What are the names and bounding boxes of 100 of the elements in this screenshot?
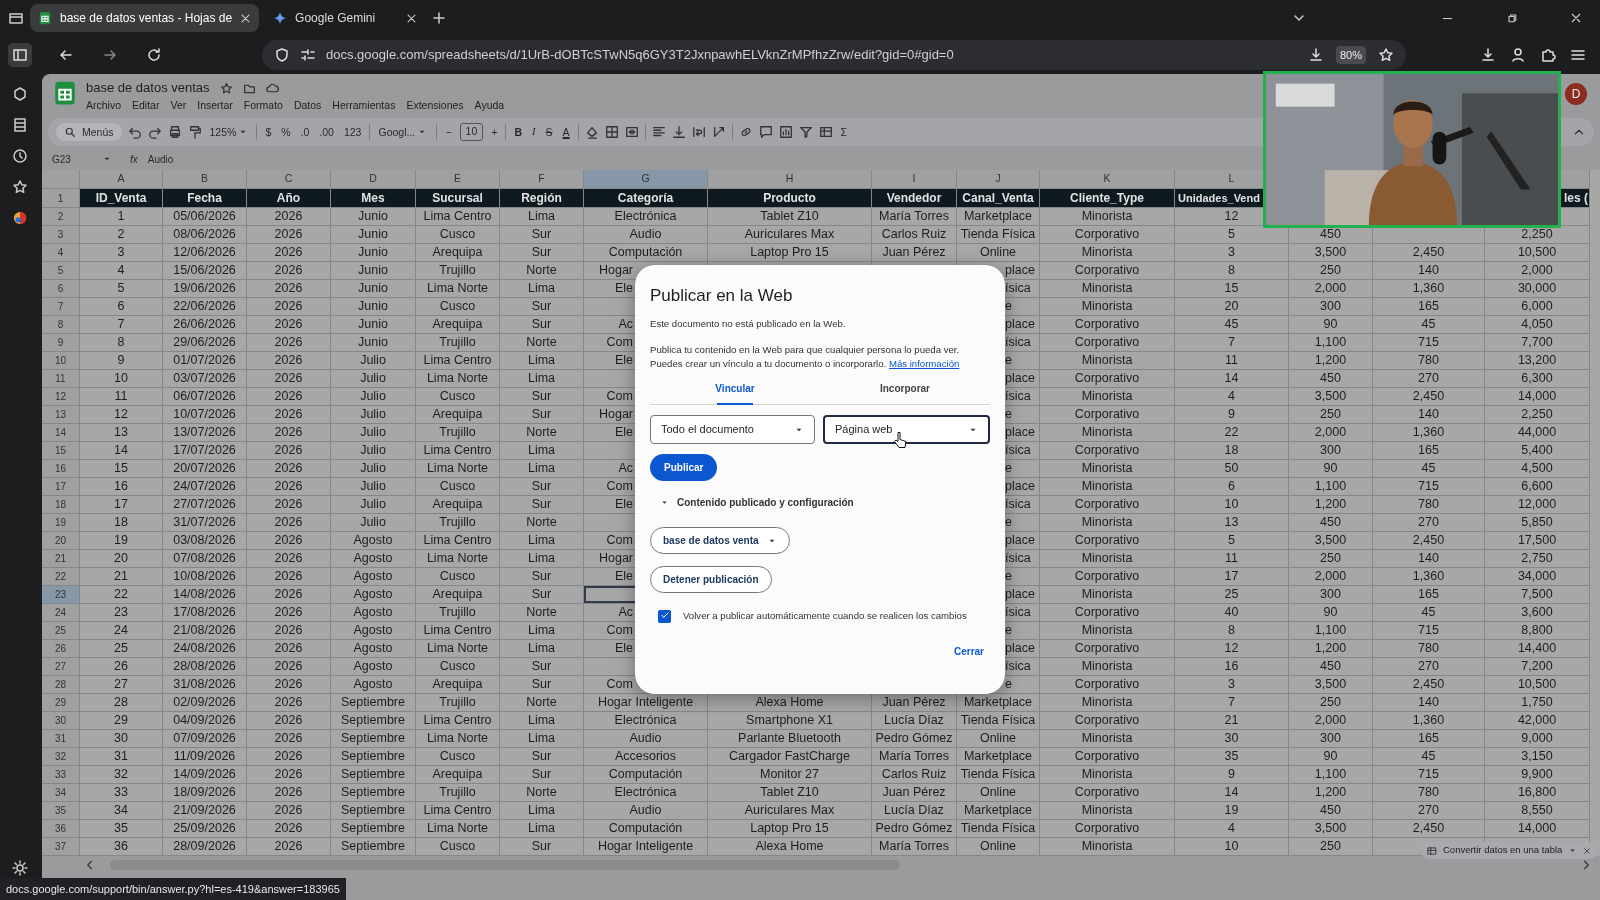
forward-icon[interactable] (102, 47, 118, 63)
tab-list-icon[interactable] (8, 10, 24, 26)
formula-field[interactable]: Audio (147, 151, 174, 167)
functions-button[interactable]: Σ (838, 125, 850, 139)
restore-icon[interactable] (1506, 12, 1518, 24)
more-info-link[interactable]: Más información (888, 358, 960, 369)
name-box[interactable]: G23 (52, 151, 92, 167)
settings-icon[interactable] (12, 859, 28, 876)
row-number[interactable]: 4 (42, 244, 80, 262)
checkbox[interactable] (658, 609, 671, 623)
row-number[interactable]: 13 (42, 406, 80, 424)
row-number[interactable]: 25 (42, 622, 80, 640)
menu-item[interactable]: Archivo (86, 98, 121, 112)
close-icon[interactable] (406, 12, 418, 24)
comment-icon[interactable] (758, 125, 773, 139)
undo-icon[interactable] (127, 125, 142, 139)
puzzle-icon[interactable] (1540, 47, 1556, 63)
row-number[interactable]: 32 (42, 748, 80, 766)
convert-table-chip[interactable]: Convertir datos en una tabla (1421, 842, 1598, 859)
menu-item[interactable]: Herramientas (332, 98, 396, 112)
row-number[interactable]: 3 (42, 226, 80, 244)
row-number[interactable]: 20 (42, 532, 80, 550)
row-number[interactable]: 7 (42, 298, 80, 316)
row-number[interactable]: 35 (42, 802, 80, 820)
font-dropdown[interactable]: Googl... (376, 125, 431, 139)
color-circle-icon[interactable] (13, 210, 27, 225)
row-number[interactable]: 12 (42, 388, 80, 406)
text-color-button[interactable]: A (560, 125, 572, 139)
sidebar-icon[interactable] (12, 47, 28, 63)
publish-button[interactable]: Publicar (650, 454, 718, 481)
percent-button[interactable]: % (279, 125, 293, 139)
paint-roller-icon[interactable] (187, 125, 202, 139)
row-number[interactable]: 9 (42, 334, 80, 352)
currency-button[interactable]: $ (263, 125, 274, 139)
menu-item[interactable]: Extensiones (406, 98, 464, 112)
reload-icon[interactable] (146, 47, 162, 63)
sheet-dropdown[interactable]: base de datos venta (650, 527, 790, 554)
column-header[interactable]: G (584, 170, 708, 189)
row-number[interactable]: 23 (42, 586, 80, 604)
column-header[interactable]: L (1228, 171, 1235, 187)
search-menus-button[interactable]: Menús (56, 123, 122, 141)
menu-item[interactable]: Ayuda (474, 98, 505, 112)
close-icon[interactable] (1570, 12, 1582, 24)
star-icon[interactable] (12, 178, 28, 195)
increase-decimals-button[interactable]: .00 (317, 125, 336, 139)
row-number[interactable]: 16 (42, 460, 80, 478)
dialog-tab[interactable]: Vincular (650, 377, 820, 404)
close-icon[interactable] (240, 12, 252, 24)
row-number[interactable]: 8 (42, 316, 80, 334)
section-toggle[interactable]: Contenido publicado y configuración (650, 495, 864, 510)
borders-icon[interactable] (604, 125, 619, 139)
back-icon[interactable] (58, 47, 74, 63)
chart-icon[interactable] (778, 125, 793, 139)
menu-item[interactable]: Formato (243, 98, 283, 112)
row-number[interactable]: 5 (42, 262, 80, 280)
menu-item[interactable]: Ver (170, 98, 187, 112)
stop-publishing-button[interactable]: Detener publicación (650, 566, 772, 593)
tune-icon[interactable] (300, 47, 316, 63)
cloud-icon[interactable] (265, 81, 279, 95)
zoom-badge[interactable]: 80% (1335, 45, 1366, 65)
dialog-tab[interactable]: Incorporar (820, 377, 990, 404)
row-number[interactable]: 14 (42, 424, 80, 442)
hexagon-icon[interactable] (12, 85, 28, 102)
row-number[interactable]: 34 (42, 784, 80, 802)
zoom-dropdown[interactable]: 125% (207, 125, 251, 139)
document-title[interactable]: base de datos ventas (86, 80, 210, 96)
align-left-icon[interactable] (651, 125, 666, 139)
menu-item[interactable]: Datos (293, 98, 322, 112)
row-number[interactable]: 22 (42, 568, 80, 586)
strikethrough-button[interactable]: S (543, 125, 555, 139)
menu-icon[interactable] (1570, 47, 1586, 63)
italic-button[interactable]: I (530, 125, 538, 139)
close-button[interactable]: Cerrar (947, 643, 990, 660)
download-box-icon[interactable] (1307, 47, 1324, 63)
star-icon[interactable] (1378, 47, 1394, 63)
row-number[interactable]: 37 (42, 838, 80, 856)
profile-icon[interactable] (1510, 47, 1526, 63)
bold-button[interactable]: B (512, 125, 525, 139)
row-number[interactable]: 11 (42, 370, 80, 388)
address-bar[interactable]: docs.google.com/spreadsheets/d/1UrB-dOBTcSTwN5q6GY3T2JxnpawhELVknZrMPfhzZrw/edit?gid=0#gid=0 80% (262, 40, 1406, 70)
shield-icon[interactable] (274, 47, 290, 63)
font-size-field[interactable]: 10 (459, 123, 484, 141)
filter-icon[interactable] (798, 125, 813, 139)
plus-icon[interactable] (431, 10, 448, 26)
menu-item[interactable]: Insertar (197, 98, 233, 112)
row-number[interactable]: 17 (42, 478, 80, 496)
menu-item[interactable]: Editar (132, 98, 160, 112)
row-number[interactable]: 31 (42, 730, 80, 748)
link-icon[interactable] (738, 125, 753, 139)
stack-icon[interactable] (12, 116, 28, 133)
align-bottom-icon[interactable] (671, 125, 686, 139)
redo-icon[interactable] (147, 125, 162, 139)
paint-bucket-icon[interactable] (584, 125, 599, 139)
decrease-decimals-button[interactable]: .0 (298, 125, 312, 139)
row-number[interactable]: 15 (42, 442, 80, 460)
row-number[interactable]: 26 (42, 640, 80, 658)
browser-tab[interactable]: base de datos ventas - Hojas de (30, 4, 260, 32)
download-icon[interactable] (1480, 47, 1496, 63)
rotate-icon[interactable] (711, 125, 726, 139)
table-icon[interactable] (818, 125, 833, 139)
